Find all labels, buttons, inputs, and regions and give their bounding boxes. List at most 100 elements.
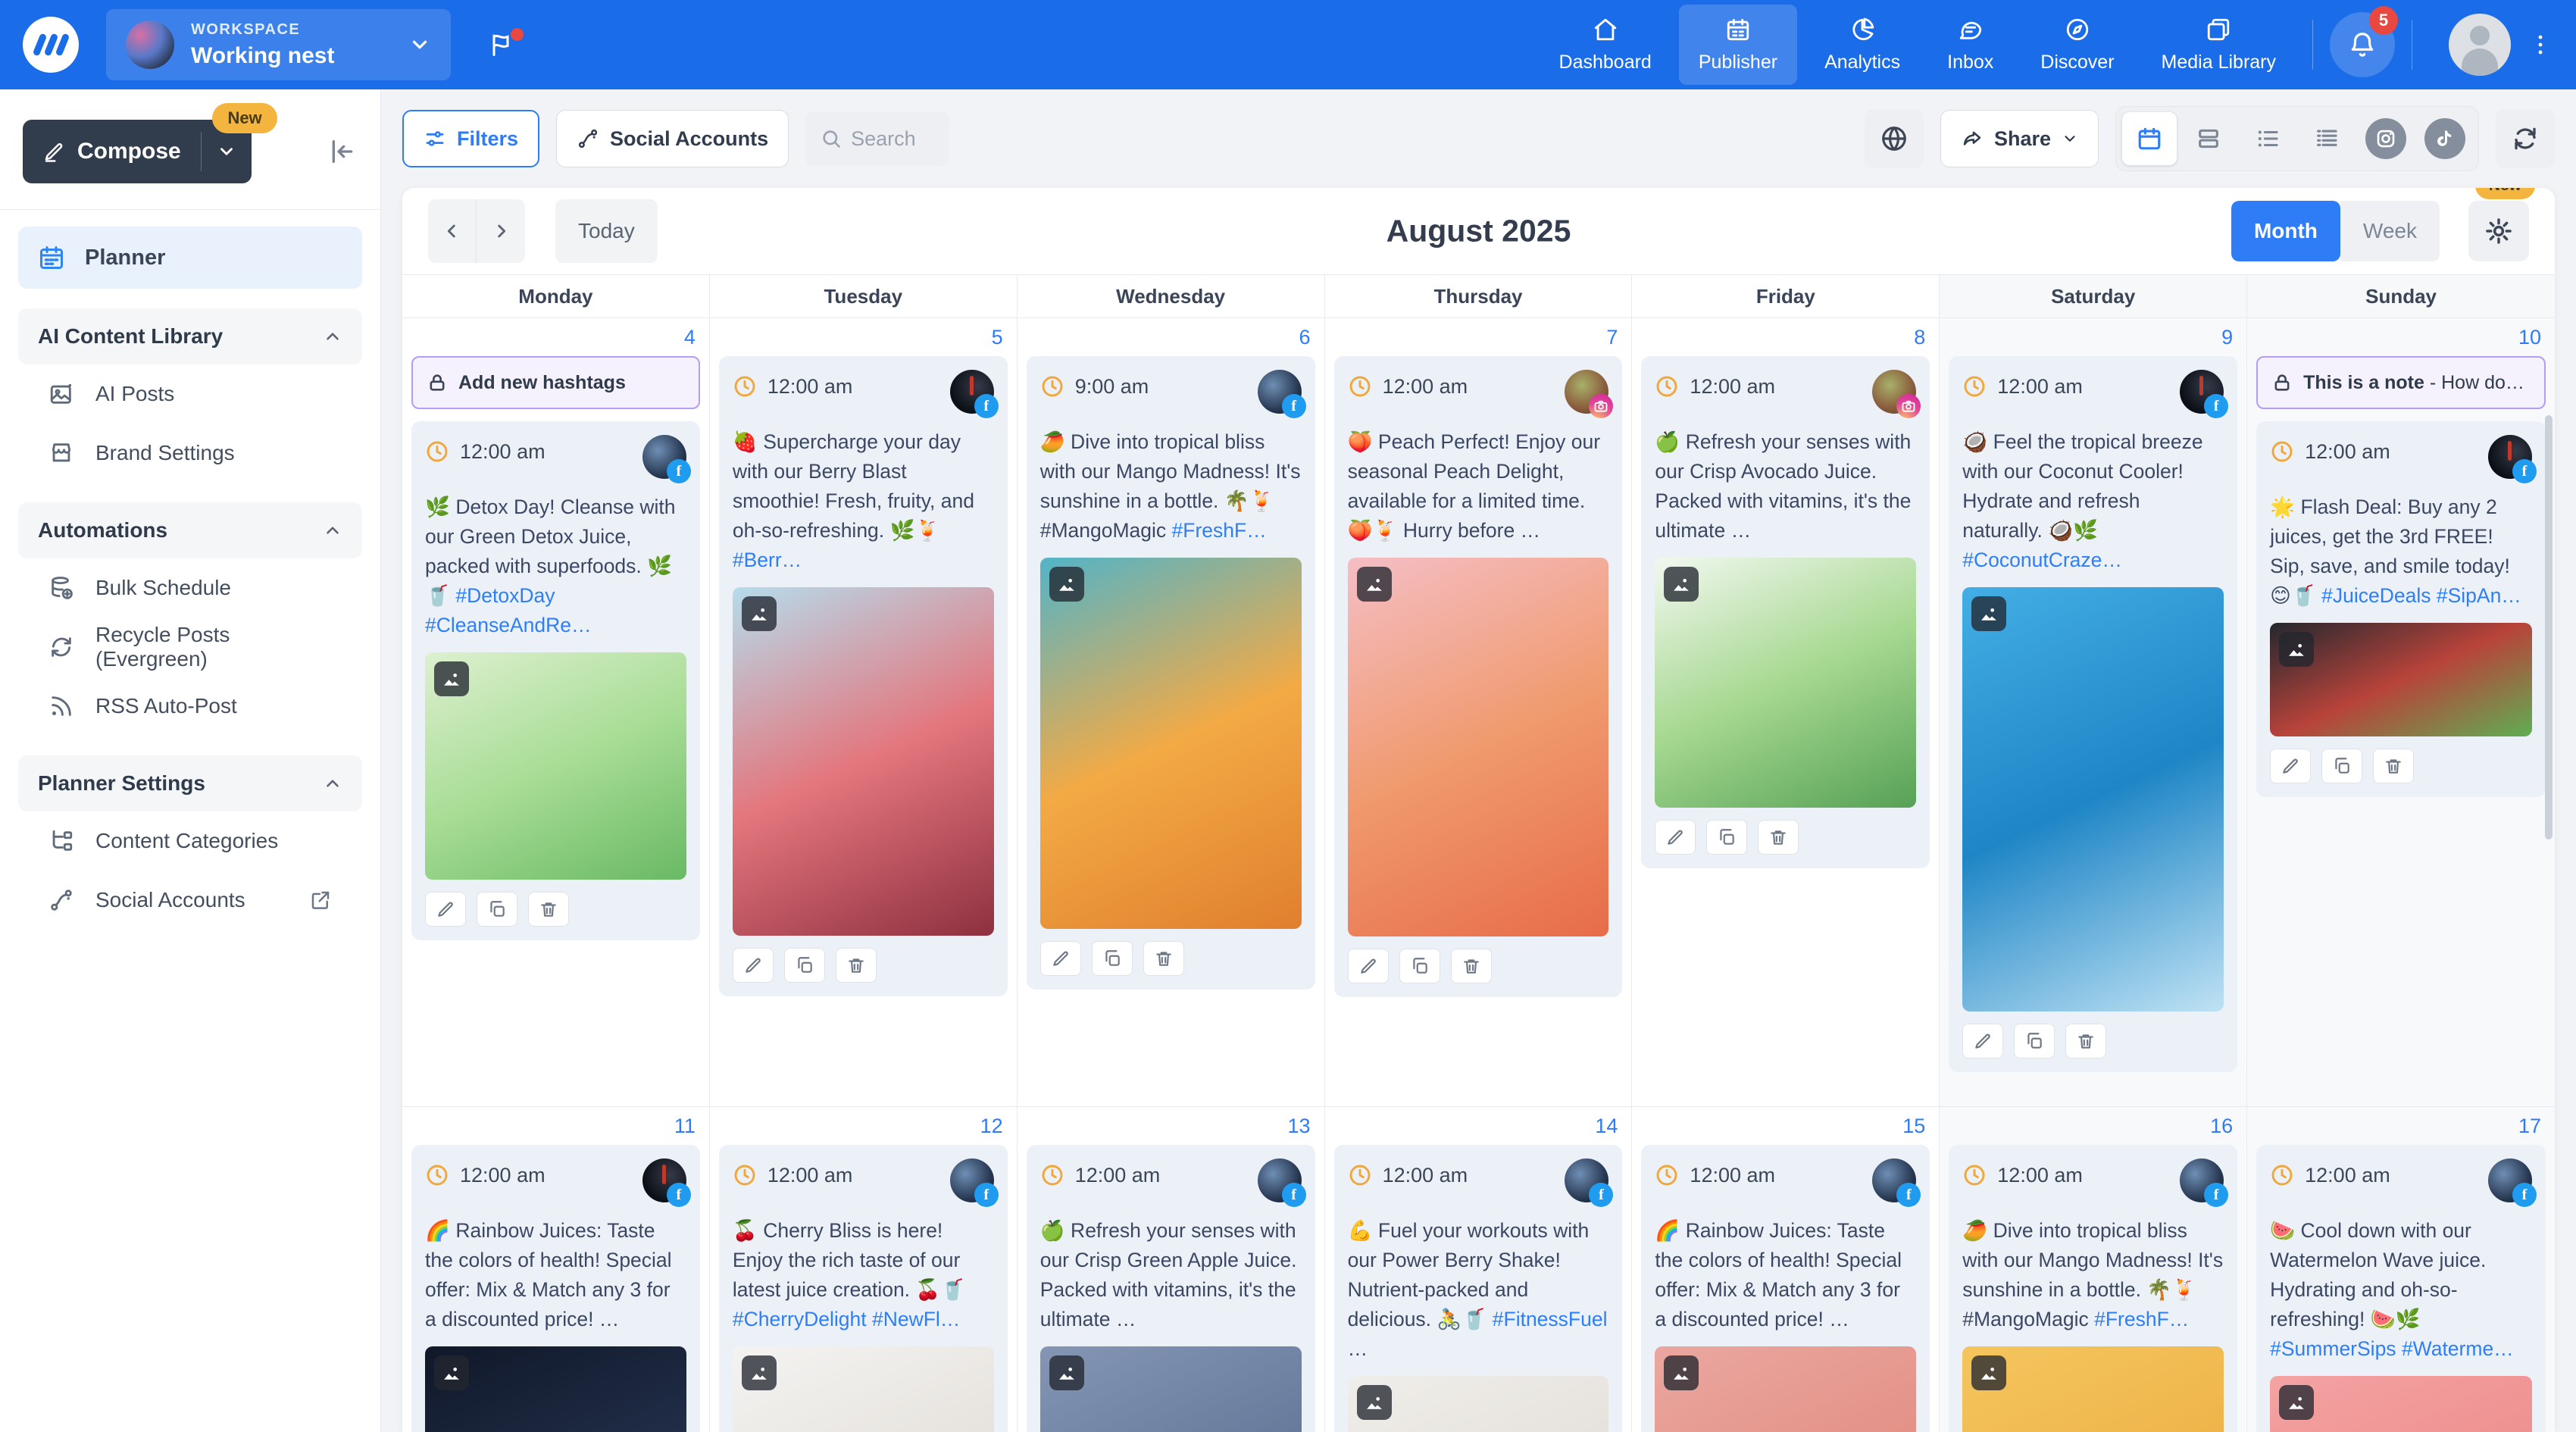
compose-dropdown-toggle[interactable]: [202, 142, 252, 161]
duplicate-button[interactable]: [1706, 820, 1747, 855]
hashtag-link[interactable]: #Waterme…: [2402, 1337, 2514, 1360]
duplicate-button[interactable]: [2014, 1024, 2055, 1058]
tiktok-view-button[interactable]: [2418, 112, 2472, 165]
notifications-button[interactable]: 5: [2330, 12, 2395, 77]
card-view-button[interactable]: [2181, 112, 2236, 165]
post-card[interactable]: 12:00 amf🍏 Refresh your senses with our …: [1027, 1145, 1315, 1432]
hashtag-link[interactable]: #CoconutCraze…: [1962, 549, 2122, 571]
timezone-globe-button[interactable]: [1865, 109, 1924, 168]
delete-button[interactable]: [2373, 749, 2414, 783]
post-card[interactable]: 12:00 amf🥭 Dive into tropical bliss with…: [1949, 1145, 2237, 1432]
filters-button[interactable]: Filters: [402, 110, 539, 167]
post-card[interactable]: 12:00 am🍏 Refresh your senses with our C…: [1641, 356, 1930, 868]
nav-item-media-library[interactable]: Media Library: [2142, 5, 2296, 85]
nav-item-discover[interactable]: Discover: [2021, 5, 2134, 85]
delete-button[interactable]: [1758, 820, 1799, 855]
calendar-day-cell[interactable]: 912:00 amf🥥 Feel the tropical breeze wit…: [1940, 318, 2247, 1106]
edit-button[interactable]: [1348, 949, 1389, 983]
nav-item-inbox[interactable]: Inbox: [1927, 5, 2013, 85]
search-box[interactable]: [805, 111, 949, 166]
note-pill[interactable]: This is a note - How does it l…: [2256, 356, 2546, 409]
delete-button[interactable]: [1143, 941, 1184, 976]
previous-month-button[interactable]: [428, 199, 477, 263]
week-view-toggle[interactable]: Week: [2340, 201, 2440, 261]
post-card[interactable]: 12:00 am🍑 Peach Perfect! Enjoy our seaso…: [1334, 356, 1623, 997]
hashtag-link[interactable]: #DetoxDay: [455, 584, 555, 607]
delete-button[interactable]: [836, 948, 877, 983]
delete-button[interactable]: [528, 892, 569, 927]
user-avatar[interactable]: [2449, 14, 2511, 76]
workspace-selector[interactable]: WORKSPACE Working nest: [106, 9, 451, 80]
calendar-day-cell[interactable]: 1112:00 amf🌈 Rainbow Juices: Taste the c…: [402, 1107, 710, 1432]
calendar-day-cell[interactable]: 10This is a note - How does it l…12:00 a…: [2247, 318, 2555, 1106]
delete-button[interactable]: [1451, 949, 1492, 983]
post-card[interactable]: 12:00 amf🍒 Cherry Bliss is here! Enjoy t…: [719, 1145, 1008, 1432]
nav-item-publisher[interactable]: Publisher: [1679, 5, 1797, 85]
scrollbar[interactable]: [2545, 415, 2553, 840]
month-view-toggle[interactable]: Month: [2231, 201, 2340, 261]
sidebar-section-ai-content-library[interactable]: AI Content Library: [18, 308, 362, 364]
list-view-button[interactable]: [2240, 112, 2295, 165]
sidebar-item-recycle-posts[interactable]: Recycle Posts (Evergreen): [18, 618, 362, 677]
calendar-day-cell[interactable]: 1312:00 amf🍏 Refresh your senses with ou…: [1018, 1107, 1325, 1432]
app-logo[interactable]: [23, 17, 79, 73]
calendar-day-cell[interactable]: 4Add new hashtags12:00 amf🌿 Detox Day! C…: [402, 318, 710, 1106]
calendar-day-cell[interactable]: 1712:00 amf🍉 Cool down with our Watermel…: [2247, 1107, 2555, 1432]
post-card[interactable]: 12:00 amf🌈 Rainbow Juices: Taste the col…: [1641, 1145, 1930, 1432]
share-button[interactable]: Share: [1940, 110, 2099, 167]
post-card[interactable]: 12:00 amf🌿 Detox Day! Cleanse with our G…: [411, 421, 700, 940]
sidebar-item-social-accounts[interactable]: Social Accounts: [18, 871, 362, 930]
calendar-settings-button[interactable]: [2468, 201, 2529, 261]
hashtag-link[interactable]: #SummerSips: [2270, 1337, 2396, 1360]
calendar-day-cell[interactable]: 1612:00 amf🥭 Dive into tropical bliss wi…: [1940, 1107, 2247, 1432]
post-card[interactable]: 12:00 amf🥥 Feel the tropical breeze with…: [1949, 356, 2237, 1072]
calendar-day-cell[interactable]: 812:00 am🍏 Refresh your senses with our …: [1632, 318, 1940, 1106]
sidebar-item-planner[interactable]: Planner: [18, 227, 362, 289]
calendar-day-cell[interactable]: 1412:00 amf💪 Fuel your workouts with our…: [1325, 1107, 1633, 1432]
next-month-button[interactable]: [477, 199, 525, 263]
compact-list-view-button[interactable]: [2299, 112, 2354, 165]
social-accounts-button[interactable]: Social Accounts: [556, 110, 789, 167]
edit-button[interactable]: [425, 892, 466, 927]
today-button[interactable]: Today: [555, 199, 658, 263]
post-card[interactable]: 12:00 amf🍉 Cool down with our Watermelon…: [2256, 1145, 2546, 1432]
duplicate-button[interactable]: [1399, 949, 1440, 983]
hashtag-link[interactable]: #CherryDelight: [733, 1308, 867, 1330]
whats-new-flag-icon[interactable]: [487, 31, 514, 58]
sidebar-section-automations[interactable]: Automations: [18, 502, 362, 558]
refresh-button[interactable]: [2496, 109, 2555, 168]
duplicate-button[interactable]: [784, 948, 825, 983]
post-card[interactable]: 12:00 amf🌈 Rainbow Juices: Taste the col…: [411, 1145, 700, 1432]
search-input[interactable]: [851, 127, 934, 151]
calendar-day-cell[interactable]: 1212:00 amf🍒 Cherry Bliss is here! Enjoy…: [710, 1107, 1018, 1432]
duplicate-button[interactable]: [477, 892, 517, 927]
instagram-view-button[interactable]: [2359, 112, 2413, 165]
hashtag-link[interactable]: #SipAn…: [2437, 584, 2521, 607]
post-card[interactable]: 12:00 amf🍓 Supercharge your day with our…: [719, 356, 1008, 996]
edit-button[interactable]: [733, 948, 774, 983]
sidebar-item-content-categories[interactable]: Content Categories: [18, 811, 362, 871]
more-menu-icon[interactable]: [2528, 32, 2553, 58]
delete-button[interactable]: [2065, 1024, 2106, 1058]
calendar-day-cell[interactable]: 69:00 amf🥭 Dive into tropical bliss with…: [1018, 318, 1325, 1106]
nav-item-dashboard[interactable]: Dashboard: [1540, 5, 1671, 85]
sidebar-item-bulk-schedule[interactable]: Bulk Schedule: [18, 558, 362, 618]
post-card[interactable]: 12:00 amf💪 Fuel your workouts with our P…: [1334, 1145, 1623, 1432]
edit-button[interactable]: [2270, 749, 2311, 783]
hashtag-link[interactable]: #FreshF…: [1172, 519, 1267, 542]
compose-button[interactable]: Compose New: [23, 120, 252, 183]
duplicate-button[interactable]: [1092, 941, 1133, 976]
calendar-day-cell[interactable]: 512:00 amf🍓 Supercharge your day with ou…: [710, 318, 1018, 1106]
sidebar-item-ai-posts[interactable]: AI Posts: [18, 364, 362, 424]
edit-button[interactable]: [1655, 820, 1696, 855]
hashtag-link[interactable]: #CleanseAndRe…: [425, 614, 592, 636]
nav-item-analytics[interactable]: Analytics: [1805, 5, 1920, 85]
hashtag-link[interactable]: #FitnessFuel: [1493, 1308, 1608, 1330]
collapse-sidebar-icon[interactable]: [327, 136, 358, 167]
post-card[interactable]: 12:00 amf🌟 Flash Deal: Buy any 2 juices,…: [2256, 421, 2546, 797]
calendar-view-button[interactable]: [2122, 112, 2177, 165]
hashtag-link[interactable]: #JuiceDeals: [2321, 584, 2431, 607]
sidebar-item-brand-settings[interactable]: Brand Settings: [18, 424, 362, 483]
hashtag-link[interactable]: #FreshF…: [2094, 1308, 2189, 1330]
edit-button[interactable]: [1040, 941, 1081, 976]
